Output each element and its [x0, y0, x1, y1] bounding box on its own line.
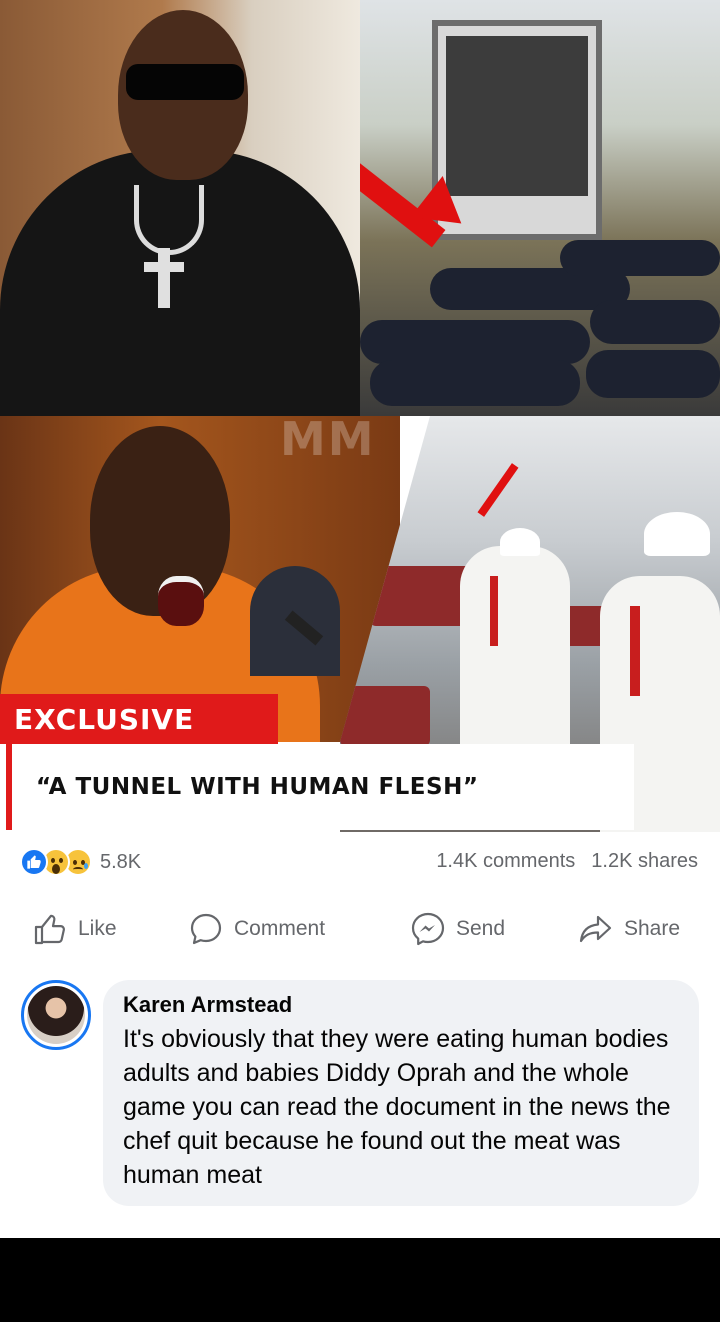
strap-shape: [490, 576, 498, 646]
photo-truck-bags: [360, 0, 720, 416]
cross-pendant-bar: [144, 262, 184, 272]
like-button[interactable]: Like: [32, 911, 117, 947]
like-label: Like: [78, 917, 117, 940]
thumbs-up-icon: [34, 914, 65, 945]
share-label: Share: [624, 917, 681, 940]
photo-man-leather-jacket: [0, 0, 360, 416]
hard-hat-icon: [500, 528, 540, 556]
exclusive-badge: EXCLUSIVE: [0, 694, 278, 744]
headline-banner: “A TUNNEL WITH HUMAN FLESH”: [6, 744, 634, 830]
worker-shape: [460, 546, 570, 746]
shares-count[interactable]: 1.2K shares: [591, 850, 698, 873]
bag-shape: [590, 300, 720, 344]
bag-shape: [560, 240, 720, 276]
avatar-photo: [27, 986, 85, 1044]
bag-shape: [360, 320, 590, 364]
post-footer: 5.8K 1.4K comments 1.2K shares Like Comm…: [0, 832, 720, 1238]
hard-hat-icon: [644, 512, 710, 556]
watermark-text: MM: [280, 412, 376, 466]
bag-shape: [370, 360, 580, 406]
share-button[interactable]: Share: [578, 911, 680, 947]
share-arrow-icon: [579, 915, 612, 943]
engagement-stats: 5.8K 1.4K comments 1.2K shares: [0, 832, 720, 892]
post-image[interactable]: MM EXCLUSIVE “A TUNNEL WITH HUMAN FLESH”: [0, 0, 720, 832]
comment-share-counts: 1.4K comments 1.2K shares: [436, 850, 698, 873]
like-reaction-icon: [20, 848, 48, 876]
truck-interior-shape: [446, 36, 588, 196]
comment-label: Comment: [234, 917, 326, 940]
open-mouth-shape: [158, 576, 204, 626]
comment-author[interactable]: Karen Armstead: [123, 992, 677, 1018]
meat-shape: [340, 686, 430, 746]
sunglasses-shape: [126, 64, 244, 100]
comments-count[interactable]: 1.4K comments: [436, 850, 575, 873]
comment-button[interactable]: Comment: [188, 911, 325, 947]
headline-text: “A TUNNEL WITH HUMAN FLESH”: [36, 774, 479, 800]
action-bar: Like Comment Send Share: [0, 898, 720, 960]
cross-pendant-shape: [158, 248, 170, 308]
comment-text: It's obviously that they were eating hum…: [123, 1025, 671, 1189]
commenter-avatar[interactable]: [21, 980, 91, 1050]
reaction-count: 5.8K: [100, 850, 142, 873]
strap-shape: [630, 606, 640, 696]
exclusive-label: EXCLUSIVE: [14, 702, 195, 736]
send-label: Send: [456, 917, 506, 940]
red-arrow-icon: [477, 463, 519, 517]
bag-shape: [586, 350, 720, 398]
messenger-icon: [411, 912, 445, 946]
reactions-summary[interactable]: 5.8K: [20, 848, 141, 876]
chain-shape: [134, 185, 204, 255]
comment-bubble[interactable]: Karen Armstead It's obviously that they …: [103, 980, 699, 1206]
send-button[interactable]: Send: [410, 911, 505, 947]
comment-bubble-icon: [190, 913, 222, 945]
